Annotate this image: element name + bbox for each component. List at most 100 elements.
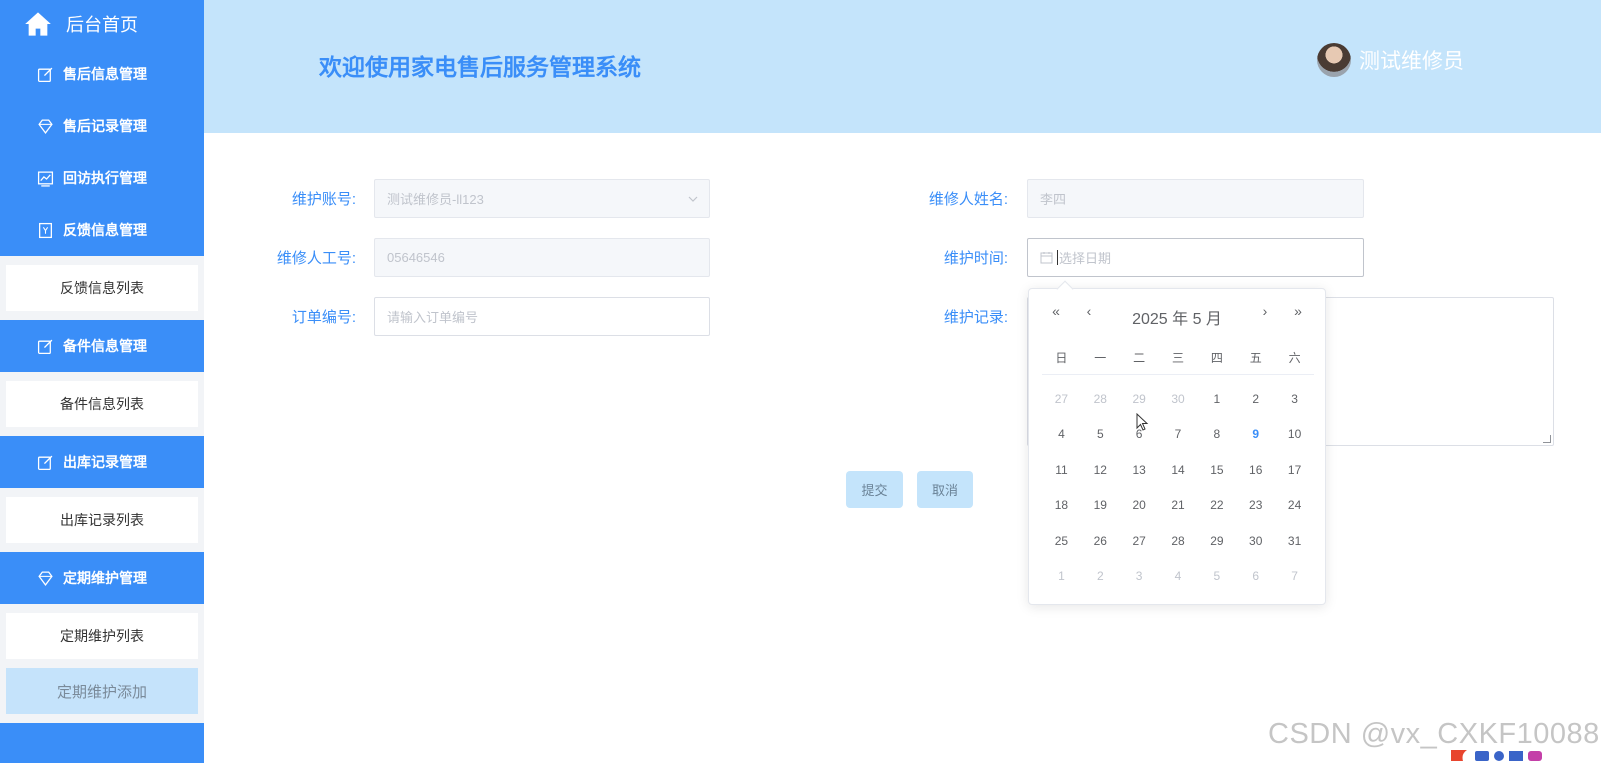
calendar-day[interactable]: 14 (1159, 463, 1198, 477)
submenu-item-feedback-list[interactable]: 反馈信息列表 (6, 265, 198, 311)
mouse-cursor-icon (1136, 413, 1149, 431)
home-link[interactable]: 后台首页 (0, 0, 204, 48)
calendar-day[interactable]: 27 (1042, 392, 1081, 406)
date-input[interactable]: 选择日期 (1027, 238, 1364, 277)
header: 欢迎使用家电售后服务管理系统 测试维修员 (204, 0, 1601, 133)
name-field[interactable]: 李四 (1027, 179, 1364, 218)
diamond-icon (37, 570, 54, 587)
submenu-outbound: 出库记录列表 (0, 488, 204, 552)
text-caret (1057, 250, 1058, 265)
input-toolbar-logo (1448, 748, 1601, 763)
calendar-day[interactable]: 2 (1081, 569, 1120, 583)
order-input[interactable]: 请输入订单编号 (374, 297, 710, 336)
calendar-day[interactable]: 6 (1236, 569, 1275, 583)
calendar-day[interactable]: 4 (1042, 427, 1081, 441)
date-picker-panel: « ‹ 2025 年 5 月 › » 日一二三四五六 27 28 29 30 1 2 3 4 5… (1028, 280, 1326, 605)
menu-feedback[interactable]: 反馈信息管理 (0, 204, 204, 256)
calendar-day[interactable]: 13 (1120, 463, 1159, 477)
calendar-day[interactable]: 25 (1042, 534, 1081, 548)
calendar-day[interactable]: 11 (1042, 463, 1081, 477)
calendar-day[interactable]: 24 (1275, 498, 1314, 512)
submenu-item-maintenance-add[interactable]: 定期维护添加 (6, 668, 198, 714)
calendar-week-row: 18 19 20 21 22 23 24 (1042, 488, 1314, 524)
menu-maintenance[interactable]: 定期维护管理 (0, 552, 204, 604)
name-label: 维修人姓名: (928, 191, 1008, 208)
page-title: 欢迎使用家电售后服务管理系统 (319, 54, 641, 80)
submenu-item-maintenance-list[interactable]: 定期维护列表 (6, 613, 198, 659)
calendar-day[interactable]: 12 (1081, 463, 1120, 477)
calendar-day[interactable]: 15 (1197, 463, 1236, 477)
calendar-day[interactable]: 19 (1081, 498, 1120, 512)
menu-outbound[interactable]: 出库记录管理 (0, 436, 204, 488)
submenu-maintenance: 定期维护列表 定期维护添加 (0, 604, 204, 723)
calendar-day[interactable]: 22 (1197, 498, 1236, 512)
calendar-day[interactable]: 20 (1120, 498, 1159, 512)
calendar-day[interactable]: 30 (1159, 392, 1198, 406)
calendar-day[interactable]: 31 (1275, 534, 1314, 548)
submit-button[interactable]: 提交 (846, 471, 903, 508)
edit-icon (37, 338, 54, 355)
sogou-logo-icon (1451, 750, 1467, 761)
diamond-icon (37, 118, 54, 135)
calendar-day[interactable]: 26 (1081, 534, 1120, 548)
menu-label: 售后记录管理 (63, 118, 147, 134)
weekday-label: 日 (1055, 351, 1068, 365)
calendar-grid: 27 28 29 30 1 2 3 4 5 6 7 8 9 10 11 12 13 14 15 16 17 18 19 20 2… (1042, 381, 1314, 594)
menu-aftersale-record[interactable]: 售后记录管理 (0, 100, 204, 152)
avatar[interactable] (1317, 43, 1351, 77)
calendar-day[interactable]: 3 (1275, 392, 1314, 406)
calendar-day[interactable]: 30 (1236, 534, 1275, 548)
calendar-day[interactable]: 1 (1197, 392, 1236, 406)
calendar-day[interactable]: 10 (1275, 427, 1314, 441)
calendar-day[interactable]: 29 (1197, 534, 1236, 548)
chevron-down-icon (688, 196, 698, 202)
calendar-day[interactable]: 23 (1236, 498, 1275, 512)
home-icon (25, 12, 51, 36)
calendar-day[interactable]: 3 (1120, 569, 1159, 583)
order-label: 订单编号: (291, 309, 356, 326)
weekday-header: 日一二三四五六 (1042, 349, 1314, 375)
chart-icon (37, 170, 54, 187)
calendar-day[interactable]: 2 (1236, 392, 1275, 406)
account-select[interactable]: 测试维修员-ll123 (374, 179, 710, 218)
calendar-week-row: 4 5 6 7 8 9 10 (1042, 417, 1314, 453)
calendar-day[interactable]: 5 (1081, 427, 1120, 441)
cancel-button[interactable]: 取消 (917, 471, 973, 508)
staff-no-field[interactable]: 05646546 (374, 238, 710, 277)
menu-label: 售后信息管理 (63, 66, 147, 82)
calendar-day[interactable]: 7 (1275, 569, 1314, 583)
menu-parts[interactable]: 备件信息管理 (0, 320, 204, 372)
calendar-day[interactable]: 21 (1159, 498, 1198, 512)
calendar-week-row: 27 28 29 30 1 2 3 (1042, 381, 1314, 417)
menu-revisit[interactable]: 回访执行管理 (0, 152, 204, 204)
calendar-day[interactable]: 16 (1236, 463, 1275, 477)
menu-label: 出库记录管理 (63, 454, 147, 470)
weekday-label: 五 (1249, 351, 1262, 365)
menu-aftersale-info[interactable]: 售后信息管理 (0, 48, 204, 100)
calendar-day[interactable]: 27 (1120, 534, 1159, 548)
calendar-day[interactable]: 1 (1042, 569, 1081, 583)
next-year-button[interactable]: » (1288, 303, 1308, 319)
calendar-day[interactable]: 7 (1159, 427, 1198, 441)
calendar-day[interactable]: 17 (1275, 463, 1314, 477)
weekday-label: 四 (1210, 351, 1223, 365)
calendar-day[interactable]: 29 (1120, 392, 1159, 406)
account-value: 测试维修员-ll123 (387, 192, 484, 207)
menu-label: 反馈信息管理 (63, 222, 147, 238)
calendar-day[interactable]: 28 (1159, 534, 1198, 548)
calendar-day[interactable]: 28 (1081, 392, 1120, 406)
next-month-button[interactable]: › (1255, 303, 1275, 319)
submenu-item-outbound-list[interactable]: 出库记录列表 (6, 497, 198, 543)
submenu-item-parts-list[interactable]: 备件信息列表 (6, 381, 198, 427)
picker-title[interactable]: 2025 年 5 月 (1029, 305, 1325, 329)
mic-icon (1494, 750, 1504, 761)
calendar-day-today[interactable]: 9 (1236, 427, 1275, 441)
calendar-day[interactable]: 18 (1042, 498, 1081, 512)
user-menu[interactable]: 测试维修员 (1317, 43, 1464, 77)
calendar-day[interactable]: 5 (1197, 569, 1236, 583)
submenu-parts: 备件信息列表 (0, 372, 204, 436)
calendar-day[interactable]: 4 (1159, 569, 1198, 583)
calendar-day[interactable]: 8 (1197, 427, 1236, 441)
name-value: 李四 (1040, 192, 1067, 207)
resize-handle[interactable] (1543, 435, 1551, 443)
